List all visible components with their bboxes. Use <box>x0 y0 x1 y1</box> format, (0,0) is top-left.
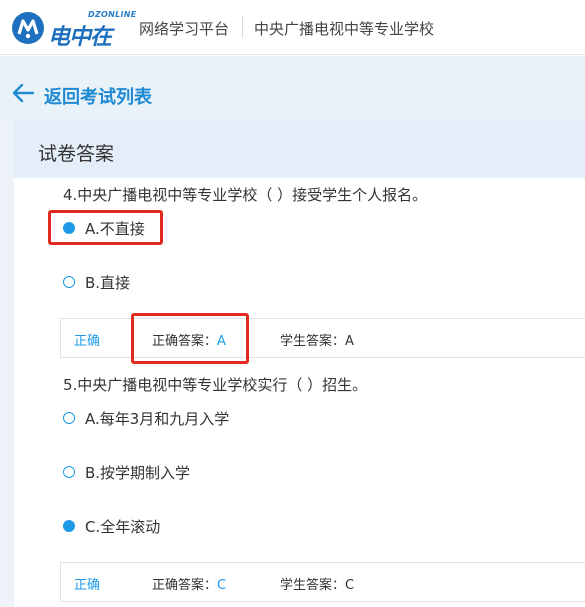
student-answer: 学生答案：A <box>280 334 354 349</box>
correct-answer: 正确答案：C <box>152 578 227 593</box>
back-to-exam-list-link[interactable]: 返回考试列表 <box>44 83 152 109</box>
highlight-box <box>131 313 249 364</box>
platform-link[interactable]: 网络学习平台 <box>139 18 229 39</box>
header-divider <box>242 16 243 38</box>
panel-title: 试卷答案 <box>38 143 115 165</box>
question-5-result: 正确 正确答案：C 学生答案：C <box>60 562 585 602</box>
radio-selected-icon[interactable] <box>63 520 75 532</box>
site-logo[interactable]: DZONLINE 电中在线 <box>10 8 136 82</box>
left-gutter <box>0 120 14 607</box>
option-label: C.全年滚动 <box>85 518 161 536</box>
question-5-option-a[interactable]: A.每年3月和九月入学 <box>60 406 260 430</box>
school-link[interactable]: 中央广播电视中等专业学校 <box>254 18 434 39</box>
question-5-option-c[interactable]: C.全年滚动 <box>60 514 190 538</box>
student-answer: 学生答案：C <box>280 578 355 593</box>
result-status: 正确 <box>74 578 101 593</box>
question-5-text: 5.中央广播电视中等专业学校实行（ ）招生。 <box>63 376 368 394</box>
question-4-option-b[interactable]: B.直接 <box>60 270 160 294</box>
radio-unselected-icon[interactable] <box>63 276 75 288</box>
option-label: A.每年3月和九月入学 <box>85 410 230 428</box>
logo-english-text: DZONLINE <box>88 10 137 19</box>
back-arrow-icon[interactable] <box>11 82 35 104</box>
result-status: 正确 <box>74 334 101 349</box>
correct-answer-value: C <box>217 578 227 593</box>
radio-unselected-icon[interactable] <box>63 412 75 424</box>
question-4-text: 4.中央广播电视中等专业学校（ ）接受学生个人报名。 <box>63 186 428 204</box>
logo-mark-icon <box>12 12 44 44</box>
highlight-box <box>48 210 163 245</box>
option-label: B.直接 <box>85 274 131 292</box>
radio-unselected-icon[interactable] <box>63 466 75 478</box>
option-label: B.按学期制入学 <box>85 464 191 482</box>
question-5-option-b[interactable]: B.按学期制入学 <box>60 460 220 484</box>
top-header: DZONLINE 电中在线 网络学习平台 中央广播电视中等专业学校 <box>0 0 585 82</box>
